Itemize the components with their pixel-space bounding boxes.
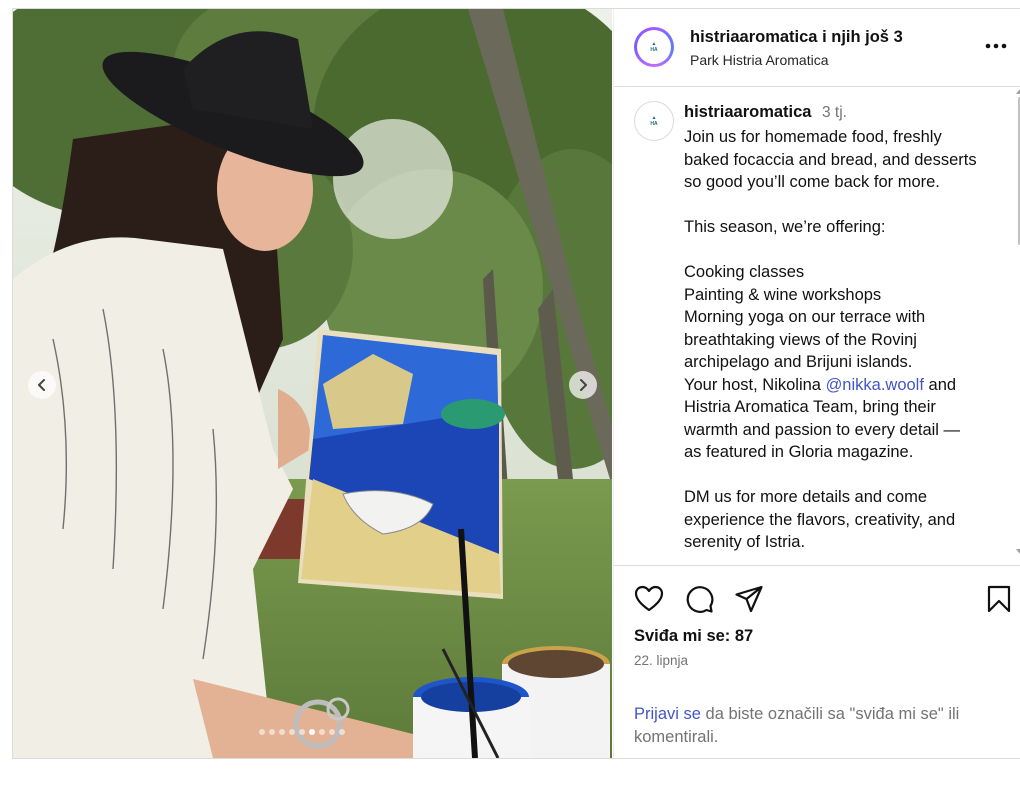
carousel-indicator — [259, 729, 345, 735]
caption-line: archipelago and Brijuni islands. — [684, 353, 913, 371]
caption-timestamp[interactable]: 3 tj. — [822, 104, 847, 122]
header-collab-text[interactable]: i njih još 3 — [817, 28, 903, 46]
previous-slide-button[interactable] — [28, 371, 56, 399]
carousel-dot[interactable] — [279, 729, 285, 735]
caption-line: This season, we’re offering: — [684, 218, 886, 236]
comment-icon[interactable] — [684, 584, 714, 614]
avatar: ▲ HA — [637, 30, 671, 64]
header-username-text[interactable]: histriaaromatica — [690, 28, 817, 46]
header-username[interactable]: histriaaromatica i njih još 3 — [690, 28, 903, 47]
instagram-post: ▲ HA histriaaromatica i njih još 3 Park H… — [12, 8, 1020, 759]
caption-line: warmth and passion to every detail — — [684, 420, 961, 439]
caption-line: DM us for more details and come — [684, 488, 928, 506]
caption-line: Histria Aromatica Team, bring their — [684, 398, 936, 416]
post-side-panel: ▲ HA histriaaromatica i njih još 3 Park H… — [613, 9, 1020, 758]
chevron-left-icon — [38, 379, 45, 391]
carousel-dot[interactable] — [319, 729, 325, 735]
login-link[interactable]: Prijavi se — [634, 705, 701, 723]
post-photo[interactable] — [13, 9, 612, 758]
caption-line: experience the flavors, creativity, and — [684, 510, 956, 529]
host-suffix: and — [923, 375, 957, 394]
caption-line: baked focaccia and bread, and desserts — [684, 150, 977, 169]
login-prompt: Prijavi se da biste označili sa "sviđa m… — [634, 703, 1004, 748]
caption-username[interactable]: histriaaromatica — [684, 103, 811, 122]
header-location[interactable]: Park Histria Aromatica — [690, 52, 828, 68]
carousel-dot[interactable] — [269, 729, 275, 735]
caption-avatar[interactable]: ▲ HA — [634, 101, 674, 141]
heart-icon[interactable] — [634, 584, 664, 614]
post-date[interactable]: 22. lipnja — [634, 653, 688, 668]
photo-illustration — [13, 9, 612, 758]
scroll-up-arrow[interactable] — [1016, 89, 1020, 94]
caption-line: Painting & wine workshops — [684, 285, 882, 304]
caption-line: breathtaking views of the Rovinj — [684, 330, 917, 349]
carousel-dot[interactable] — [259, 729, 265, 735]
caption-line: Join us for homemade food, freshly — [684, 128, 942, 146]
caption-text: Join us for homemade food, freshly baked… — [684, 126, 1004, 554]
chevron-right-icon — [580, 379, 587, 391]
host-prefix: Your host, Nikolina — [684, 375, 826, 394]
caption-line: as featured in Gloria magazine. — [684, 443, 914, 461]
post-header: ▲ HA histriaaromatica i njih još 3 Park H… — [614, 9, 1020, 87]
caption-line: serenity of Istria. — [684, 533, 806, 551]
carousel-dot[interactable] — [339, 729, 345, 735]
caption-line: Morning yoga on our terrace with — [684, 308, 926, 326]
caption-area: ▲ HA histriaaromatica 3 tj. Join us for h… — [614, 87, 1020, 564]
likes-count[interactable]: Sviđa mi se: 87 — [634, 627, 753, 646]
caption-line: Cooking classes — [684, 263, 805, 281]
carousel-dot[interactable] — [289, 729, 295, 735]
host-mention-link[interactable]: @nikka.woolf — [826, 376, 924, 394]
post-actions: Sviđa mi se: 87 22. lipnja Prijavi se da… — [614, 565, 1020, 759]
carousel-dot[interactable] — [309, 729, 315, 735]
avatar-logo: ▲ HA — [650, 41, 658, 53]
story-avatar[interactable]: ▲ HA — [634, 27, 674, 67]
caption-line-host: Your host, Nikolina @nikka.woolf and — [684, 374, 1004, 397]
caption-avatar-logo: ▲ HA — [650, 115, 658, 127]
scroll-down-arrow[interactable] — [1016, 549, 1020, 554]
bookmark-icon[interactable] — [984, 584, 1014, 614]
more-horizontal-icon[interactable] — [984, 39, 1008, 53]
carousel-dot[interactable] — [329, 729, 335, 735]
next-slide-button[interactable] — [569, 371, 597, 399]
send-icon[interactable] — [734, 584, 764, 614]
caption-line: so good you’ll come back for more. — [684, 173, 940, 191]
carousel-dot[interactable] — [299, 729, 305, 735]
